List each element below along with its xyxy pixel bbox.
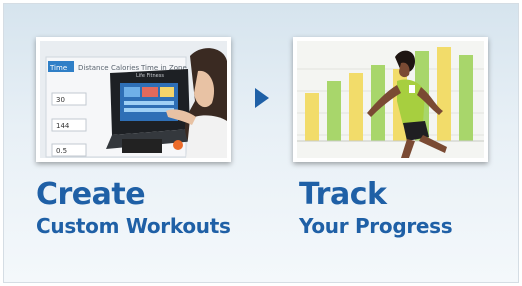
promo-banner: Time Distance Calories Time in Zone 30 1…: [3, 3, 519, 283]
track-subheading: Your Progress: [299, 214, 453, 238]
create-subheading: Custom Workouts: [36, 214, 231, 238]
tab-time-text: Time: [49, 64, 67, 72]
tab-calories-text: Calories: [111, 64, 140, 72]
track-progress-photo: [297, 41, 484, 158]
row-value-2: 144: [56, 122, 70, 130]
create-heading: Create: [36, 177, 146, 212]
track-photo-frame: [293, 37, 488, 162]
row-value-3: 0.5: [56, 147, 67, 155]
treadmill-console-illustration: Time Distance Calories Time in Zone 30 1…: [40, 41, 227, 158]
row-value-1: 30: [56, 96, 65, 104]
runner-chart-illustration: [297, 41, 484, 158]
next-arrow-icon: [255, 88, 269, 108]
track-heading: Track: [299, 177, 387, 212]
create-workout-photo: Time Distance Calories Time in Zone 30 1…: [40, 41, 227, 158]
console-brand-text: Life Fitness: [136, 73, 164, 79]
create-photo-frame: Time Distance Calories Time in Zone 30 1…: [36, 37, 231, 162]
tab-distance-text: Distance: [78, 64, 109, 72]
